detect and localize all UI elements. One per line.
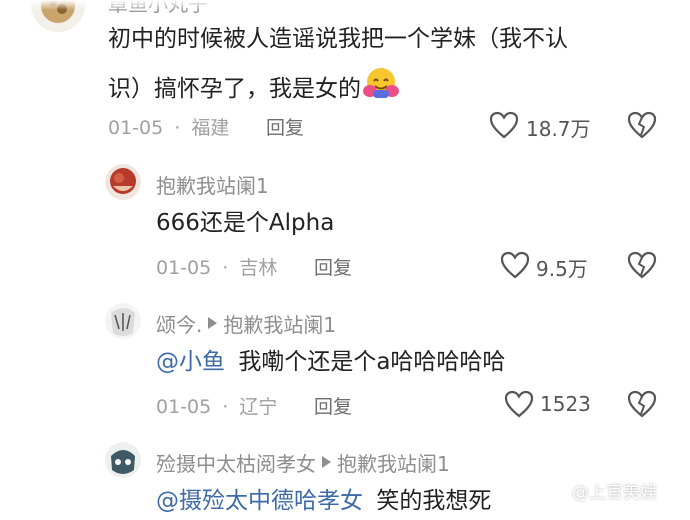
dislike-broken-heart-icon[interactable] (627, 390, 657, 422)
reply2-reply-button[interactable]: 回复 (314, 392, 352, 419)
avatar-reply2[interactable] (105, 303, 141, 339)
reply-arrow-icon (322, 456, 331, 468)
reply2-text: 我嘞个还是个a哈哈哈哈哈 (238, 349, 506, 375)
reply3-header: 殓摄中太枯阅孝女 抱歉我站阑1 (156, 448, 450, 477)
reply2-header: 颂今. 抱歉我站阑1 (156, 309, 336, 338)
watermark: @上官美娱 (544, 478, 657, 503)
top-comment-date: 01-05 (108, 117, 164, 139)
avatar-reply1[interactable] (105, 164, 141, 200)
reply2-like-count: 1523 (540, 392, 591, 416)
reply1-location: 吉林 (239, 257, 278, 279)
meta-dot: · (222, 257, 229, 279)
top-comment-reply-button[interactable]: 回复 (266, 113, 304, 140)
avatar-reply3[interactable] (105, 442, 141, 478)
heart-outline-icon[interactable] (500, 251, 530, 283)
top-comment-like-count: 18.7万 (526, 117, 591, 141)
reply2-reply-to[interactable]: 抱歉我站阑1 (223, 309, 336, 338)
reply2-username[interactable]: 颂今. (156, 309, 202, 338)
top-comment-location: 福建 (191, 117, 230, 139)
reply3-reply-to[interactable]: 抱歉我站阑1 (337, 448, 450, 477)
reply1-date: 01-05 (156, 257, 212, 279)
reply2-mention[interactable]: @小鱼 (156, 349, 225, 375)
meta-dot: · (174, 117, 181, 139)
heart-outline-icon[interactable] (489, 111, 519, 143)
reply1-meta: 01-05 · 吉林 (156, 253, 277, 280)
reply-arrow-icon (208, 317, 218, 329)
reply1-username[interactable]: 抱歉我站阑1 (156, 170, 269, 199)
hugging-face-emoji-icon (363, 66, 399, 112)
meta-dot: · (222, 396, 229, 418)
reply2-meta: 01-05 · 辽宁 (156, 392, 277, 419)
heart-outline-icon[interactable] (504, 390, 534, 422)
reply3-text: 笑的我想死 (376, 488, 492, 514)
reply2-text-wrap: @小鱼 我嘞个还是个a哈哈哈哈哈 (156, 344, 505, 381)
top-cut-edge (0, 0, 690, 10)
top-comment-line2: 识）搞怀孕了，我是女的 (108, 75, 361, 102)
top-comment-text: 初中的时候被人造谣说我把一个学妹（我不认 识）搞怀孕了，我是女的 (108, 21, 668, 112)
top-comment-line1: 初中的时候被人造谣说我把一个学妹（我不认 (108, 26, 568, 52)
reply1-like-count: 9.5万 (536, 257, 588, 281)
reply1-text: 666还是个Alpha (156, 210, 335, 236)
weibo-logo-icon (544, 479, 568, 503)
watermark-text: @上官美娱 (572, 483, 657, 503)
top-comment-line2-wrap: 识）搞怀孕了，我是女的 (108, 66, 668, 112)
dislike-broken-heart-icon[interactable] (627, 111, 657, 143)
dislike-broken-heart-icon[interactable] (627, 251, 657, 283)
reply2-location: 辽宁 (239, 396, 278, 418)
reply3-username[interactable]: 殓摄中太枯阅孝女 (156, 448, 316, 477)
top-comment-meta: 01-05 · 福建 (108, 113, 229, 140)
reply3-text-wrap: @摄殓太中德哈孝女 笑的我想死 (156, 483, 491, 520)
reply2-date: 01-05 (156, 396, 212, 418)
reply3-mention[interactable]: @摄殓太中德哈孝女 (156, 488, 363, 514)
reply1-reply-button[interactable]: 回复 (314, 253, 352, 280)
